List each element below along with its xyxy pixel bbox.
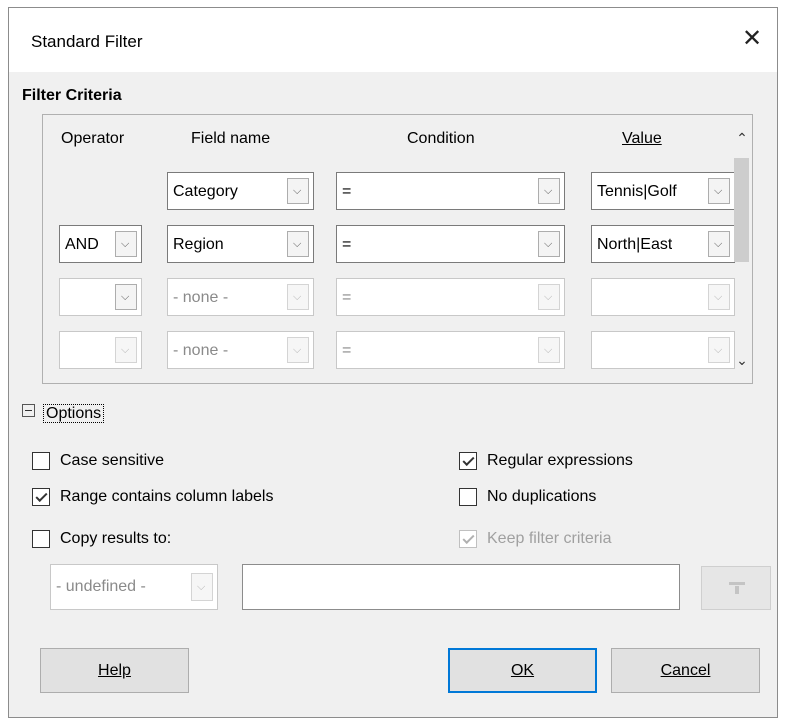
column-header-condition: Condition [407, 130, 475, 147]
value-select-row-1[interactable]: Tennis|Golf ⌵ [591, 172, 735, 210]
value-value: Tennis|Golf [597, 183, 677, 200]
chevron-down-icon: ⌵ [115, 337, 137, 363]
scroll-down-icon[interactable]: ⌄ [732, 352, 752, 369]
value-select-row-3: ⌵ [591, 278, 735, 316]
column-header-value-text: Value [622, 130, 662, 147]
chevron-down-icon: ⌵ [538, 284, 560, 310]
range-contains-labels-label: Range contains column labels [60, 488, 274, 505]
scrollbar-thumb[interactable] [734, 158, 749, 262]
operator-select-row-3[interactable]: ⌵ [59, 278, 142, 316]
column-header-value: Value [622, 130, 662, 148]
filter-criteria-heading: Filter Criteria [22, 87, 122, 104]
dialog-title: Standard Filter [31, 32, 143, 51]
field-name-value: Region [173, 236, 224, 253]
field-name-value: - none - [173, 342, 229, 359]
chevron-down-icon: ⌵ [538, 337, 560, 363]
checkbox-box [459, 530, 477, 548]
chevron-down-icon: ⌵ [287, 337, 309, 363]
chevron-down-icon[interactable]: ⌵ [708, 231, 730, 257]
chevron-down-icon[interactable]: ⌵ [115, 284, 137, 310]
condition-value: = [342, 289, 352, 306]
checkbox-box[interactable] [459, 452, 477, 470]
value-select-row-4: ⌵ [591, 331, 735, 369]
condition-select-row-4: = ⌵ [336, 331, 565, 369]
cancel-button-label: Cancel [660, 662, 711, 679]
copy-target-value: - undefined - [56, 578, 146, 595]
copy-target-select: - undefined - ⌵ [50, 564, 218, 610]
criteria-scrollbar[interactable]: ⌃ ⌄ [732, 126, 752, 378]
close-icon[interactable]: ✕ [739, 26, 765, 52]
column-header-operator: Operator [61, 130, 125, 147]
collapse-icon[interactable] [22, 404, 35, 417]
field-name-select-row-4: - none - ⌵ [167, 331, 314, 369]
field-name-select-row-2[interactable]: Region ⌵ [167, 225, 314, 263]
title-bar: Standard Filter ✕ [9, 8, 777, 72]
condition-value: = [342, 183, 352, 200]
regular-expressions-label: Regular expressions [487, 452, 633, 469]
copy-target-input[interactable] [242, 564, 680, 610]
keep-filter-criteria-label: Keep filter criteria [487, 530, 612, 547]
ok-button[interactable]: OK [448, 648, 597, 693]
shrink-button [701, 566, 771, 610]
cancel-button[interactable]: Cancel [611, 648, 760, 693]
chevron-down-icon: ⌵ [191, 573, 213, 601]
column-header-field-name: Field name [191, 130, 271, 147]
options-expander[interactable]: Options [22, 404, 105, 423]
help-button[interactable]: Help [40, 648, 189, 693]
field-name-value: Category [173, 183, 238, 200]
copy-results-to-label: Copy results to: [60, 530, 172, 547]
no-duplications-label: No duplications [487, 488, 597, 505]
operator-value: AND [65, 236, 99, 253]
ok-button-label: OK [510, 662, 535, 679]
case-sensitive-label: Case sensitive [60, 452, 165, 469]
checkbox-box[interactable] [32, 488, 50, 506]
field-name-select-row-1[interactable]: Category ⌵ [167, 172, 314, 210]
condition-value: = [342, 342, 352, 359]
chevron-down-icon[interactable]: ⌵ [115, 231, 137, 257]
condition-select-row-2[interactable]: = ⌵ [336, 225, 565, 263]
operator-select-row-4: ⌵ [59, 331, 142, 369]
chevron-down-icon: ⌵ [287, 284, 309, 310]
checkbox-box[interactable] [459, 488, 477, 506]
options-label: Options [43, 404, 105, 423]
help-button-label: Help [98, 662, 131, 679]
chevron-down-icon[interactable]: ⌵ [538, 231, 560, 257]
field-name-value: - none - [173, 289, 229, 306]
chevron-down-icon[interactable]: ⌵ [287, 231, 309, 257]
scroll-up-icon[interactable]: ⌃ [732, 130, 752, 147]
shrink-icon [729, 582, 745, 594]
operator-select-row-2[interactable]: AND ⌵ [59, 225, 142, 263]
value-value: North|East [597, 236, 673, 253]
chevron-down-icon[interactable]: ⌵ [538, 178, 560, 204]
condition-value: = [342, 236, 352, 253]
chevron-down-icon: ⌵ [708, 337, 730, 363]
chevron-down-icon: ⌵ [708, 284, 730, 310]
value-select-row-2[interactable]: North|East ⌵ [591, 225, 735, 263]
chevron-down-icon[interactable]: ⌵ [287, 178, 309, 204]
chevron-down-icon[interactable]: ⌵ [708, 178, 730, 204]
checkbox-box[interactable] [32, 452, 50, 470]
condition-select-row-3: = ⌵ [336, 278, 565, 316]
checkbox-box[interactable] [32, 530, 50, 548]
field-name-select-row-3: - none - ⌵ [167, 278, 314, 316]
condition-select-row-1[interactable]: = ⌵ [336, 172, 565, 210]
